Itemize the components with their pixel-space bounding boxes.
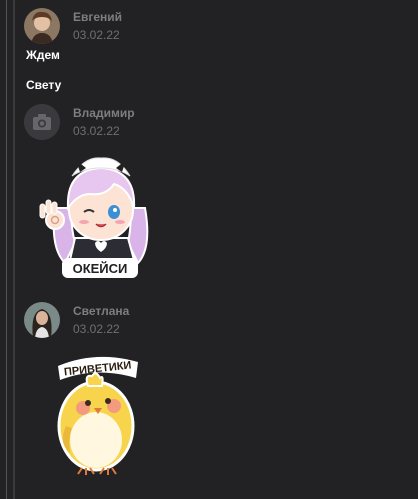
message-date[interactable]: 03.02.22 — [73, 124, 120, 138]
avatar[interactable] — [24, 8, 60, 44]
camera-icon — [24, 104, 60, 140]
avatar[interactable] — [24, 104, 60, 140]
message-header: Владимир 03.02.22 — [24, 104, 404, 144]
thread-line — [6, 0, 7, 499]
message-header: Светлана 03.02.22 — [24, 302, 404, 342]
anime-girl-ok-sticker[interactable]: ОКЕЙСИ — [30, 148, 170, 283]
thread-reply-line — [13, 0, 15, 499]
message-header: Евгений 03.02.22 — [24, 8, 404, 48]
message-text: Ждем — [26, 48, 60, 62]
sticker-caption: ОКЕЙСИ — [73, 261, 128, 276]
message-text: Свету — [26, 78, 62, 92]
author-name[interactable]: Светлана — [73, 304, 129, 318]
author-name[interactable]: Владимир — [73, 106, 135, 120]
author-name[interactable]: Евгений — [73, 10, 122, 24]
message-date[interactable]: 03.02.22 — [73, 28, 120, 42]
avatar[interactable] — [24, 302, 60, 338]
message-date[interactable]: 03.02.22 — [73, 322, 120, 336]
yellow-bird-sticker[interactable]: ПРИВЕТИКИ — [48, 348, 148, 478]
